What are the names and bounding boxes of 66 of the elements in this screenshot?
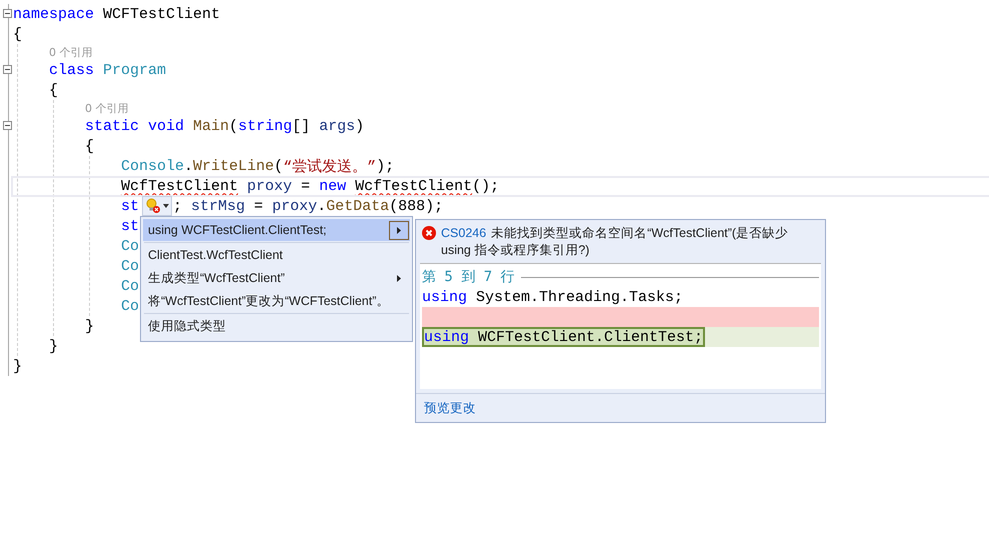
code-token: WCFTestClient bbox=[103, 6, 220, 22]
code-token: args bbox=[319, 118, 356, 134]
code-token: { bbox=[13, 26, 22, 42]
code-token: strMsg bbox=[191, 198, 246, 214]
code-token: using bbox=[424, 328, 470, 346]
code-token: string bbox=[238, 118, 292, 134]
code-token: st bbox=[121, 198, 140, 214]
code-token: WriteLine bbox=[193, 158, 274, 174]
code-token: (); bbox=[472, 178, 500, 194]
code-token: System.Threading.Tasks; bbox=[476, 288, 684, 306]
code-token: ); bbox=[376, 158, 394, 174]
code-token: static bbox=[85, 118, 140, 134]
code-token: ( bbox=[229, 118, 238, 134]
submenu-arrow-icon bbox=[397, 226, 401, 234]
quick-actions-button[interactable] bbox=[142, 196, 172, 216]
code-token: { bbox=[49, 82, 58, 98]
code-token: = bbox=[254, 198, 264, 214]
preview-changes-link[interactable]: 预览更改 bbox=[424, 400, 476, 416]
code-token: } bbox=[49, 338, 58, 354]
code-token: Co bbox=[121, 238, 140, 254]
code-token: Console bbox=[121, 158, 184, 174]
error-code-link[interactable]: CS0246 bbox=[441, 226, 486, 240]
code-token: WCFTestClient.ClientTest; bbox=[478, 328, 704, 346]
code-token: using bbox=[422, 288, 468, 306]
code-token: class bbox=[49, 62, 94, 78]
menu-item[interactable]: using WCFTestClient.ClientTest; bbox=[143, 219, 410, 241]
code-token: namespace bbox=[13, 6, 94, 22]
code-token: (888); bbox=[389, 198, 444, 214]
code-token: ( bbox=[274, 158, 284, 174]
code-token: “尝试发送。” bbox=[283, 158, 376, 176]
code-token: . bbox=[317, 198, 326, 214]
code-token: { bbox=[85, 138, 94, 154]
code-token: ) bbox=[355, 118, 364, 134]
code-token: [] bbox=[292, 118, 310, 134]
menu-item[interactable]: ClientTest.WcfTestClient bbox=[143, 244, 410, 266]
error-message: CS0246 未能找到类型或命名空间名“WcfTestClient”(是否缺少 using 指令或程序集引用?) bbox=[441, 225, 790, 259]
code-token: st bbox=[121, 218, 140, 234]
error-token: WcfTestClient bbox=[355, 178, 472, 194]
collapse-icon[interactable] bbox=[3, 9, 12, 18]
code-token: = bbox=[301, 178, 310, 194]
code-token: } bbox=[13, 358, 22, 374]
caret-icon bbox=[163, 204, 170, 208]
menu-item[interactable]: 将“WcfTestClient”更改为“WCFTestClient”。 bbox=[143, 290, 410, 312]
code-token: Co bbox=[121, 278, 140, 294]
code-token: Main bbox=[193, 118, 230, 134]
error-token: WcfTestClient bbox=[121, 178, 238, 194]
menu-item[interactable]: 生成类型“WcfTestClient” bbox=[143, 267, 410, 289]
code-token: GetData bbox=[326, 198, 390, 214]
code-token: . bbox=[184, 158, 194, 174]
code-token: new bbox=[319, 178, 346, 194]
code-token: void bbox=[148, 118, 184, 134]
code-token: } bbox=[85, 318, 94, 334]
code-token: ; bbox=[173, 198, 182, 214]
lightbulb-error-icon bbox=[145, 198, 162, 214]
code-token: proxy bbox=[247, 178, 292, 194]
code-token: Co bbox=[121, 258, 140, 274]
error-icon bbox=[422, 226, 436, 240]
code-token: proxy bbox=[272, 198, 318, 214]
menu-item[interactable]: 使用隐式类型 bbox=[143, 315, 410, 337]
code-token: Co bbox=[121, 298, 140, 314]
line-range: 第 5 到 7 行 bbox=[422, 268, 515, 286]
submenu-button[interactable] bbox=[389, 220, 409, 240]
code-token: Program bbox=[103, 62, 166, 78]
collapse-icon[interactable] bbox=[3, 65, 12, 74]
submenu-arrow-icon bbox=[397, 274, 401, 282]
collapse-icon[interactable] bbox=[3, 121, 12, 130]
